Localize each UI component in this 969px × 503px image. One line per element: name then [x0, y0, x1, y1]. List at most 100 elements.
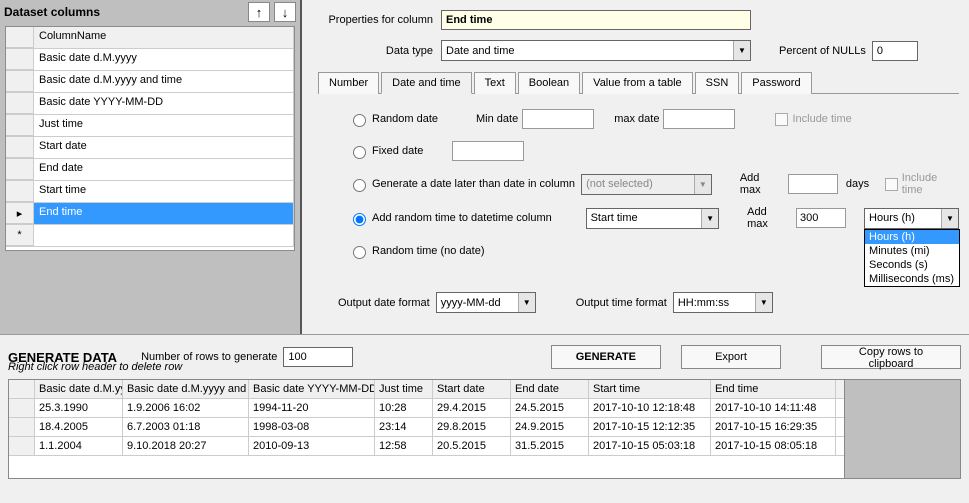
include-time-check-2: Include time — [885, 172, 959, 196]
fixed-date-input[interactable] — [452, 141, 524, 161]
radio-fixed-date[interactable] — [353, 146, 366, 159]
out-header[interactable]: End time — [711, 380, 836, 398]
out-header[interactable]: End date — [511, 380, 589, 398]
out-cell[interactable]: 23:14 — [375, 418, 433, 436]
unit-option-seconds[interactable]: Seconds (s) — [865, 258, 959, 272]
column-cell[interactable]: Basic date YYYY-MM-DD — [34, 93, 294, 114]
column-header-name[interactable]: ColumnName — [34, 27, 294, 48]
out-header[interactable]: Basic date d.M.yyyy — [35, 380, 123, 398]
row-marker[interactable] — [6, 137, 34, 158]
time-unit-dropdown[interactable]: Hours (h) Minutes (mi) Seconds (s) Milli… — [864, 229, 960, 287]
export-button[interactable]: Export — [681, 345, 781, 369]
move-down-button[interactable]: ↓ — [274, 2, 296, 22]
column-cell[interactable]: Basic date d.M.yyyy and time — [34, 71, 294, 92]
out-cell[interactable]: 2017-10-15 16:29:35 — [711, 418, 836, 436]
unit-option-hours[interactable]: Hours (h) — [865, 230, 959, 244]
type-tabs: Number Date and time Text Boolean Value … — [318, 71, 959, 94]
row-marker-new[interactable]: * — [6, 225, 34, 246]
row-marker[interactable] — [6, 71, 34, 92]
copy-clipboard-button[interactable]: Copy rows to clipboard — [821, 345, 961, 369]
out-header[interactable]: Basic date YYYY-MM-DD — [249, 380, 375, 398]
out-cell[interactable]: 12:58 — [375, 437, 433, 455]
tab-boolean[interactable]: Boolean — [518, 72, 580, 94]
column-cell[interactable]: End date — [34, 159, 294, 180]
max-date-input[interactable] — [663, 109, 735, 129]
out-cell[interactable]: 24.5.2015 — [511, 399, 589, 417]
tab-number[interactable]: Number — [318, 72, 379, 94]
addmax2-label: Add max — [747, 206, 790, 230]
move-up-button[interactable]: ↑ — [248, 2, 270, 22]
datatype-label: Data type — [328, 45, 433, 57]
datatype-select[interactable]: Date and time — [441, 40, 751, 61]
addmax-days-input[interactable] — [788, 174, 838, 194]
unit-option-minutes[interactable]: Minutes (mi) — [865, 244, 959, 258]
tab-text[interactable]: Text — [474, 72, 516, 94]
out-cell[interactable]: 2017-10-15 08:05:18 — [711, 437, 836, 455]
out-cell[interactable]: 2010-09-13 — [249, 437, 375, 455]
delete-row-hint: Right click row header to delete row — [0, 361, 300, 373]
chevron-down-icon — [694, 175, 711, 194]
column-cell[interactable]: Just time — [34, 115, 294, 136]
columns-grid[interactable]: ColumnName Basic date d.M.yyyy Basic dat… — [5, 26, 295, 251]
out-cell[interactable]: 25.3.1990 — [35, 399, 123, 417]
out-cell[interactable]: 29.8.2015 — [433, 418, 511, 436]
column-name-input[interactable] — [441, 10, 751, 30]
out-cell[interactable]: 20.5.2015 — [433, 437, 511, 455]
min-date-input[interactable] — [522, 109, 594, 129]
row-marker[interactable] — [6, 159, 34, 180]
chevron-down-icon — [701, 209, 718, 228]
generate-button[interactable]: GENERATE — [551, 345, 661, 369]
out-cell[interactable]: 1998-03-08 — [249, 418, 375, 436]
unit-option-ms[interactable]: Milliseconds (ms) — [865, 272, 959, 286]
row-marker[interactable] — [6, 181, 34, 202]
tab-date-time[interactable]: Date and time — [381, 72, 471, 94]
table-row-marker[interactable] — [9, 418, 35, 436]
out-cell[interactable]: 1.1.2004 — [35, 437, 123, 455]
radio-fixed-date-label: Fixed date — [372, 145, 452, 157]
output-date-format-select[interactable]: yyyy-MM-dd — [436, 292, 536, 313]
row-marker[interactable] — [6, 115, 34, 136]
out-cell[interactable]: 31.5.2015 — [511, 437, 589, 455]
out-cell[interactable]: 2017-10-15 12:12:35 — [589, 418, 711, 436]
row-marker[interactable] — [6, 49, 34, 70]
out-header[interactable]: Start time — [589, 380, 711, 398]
out-cell[interactable]: 2017-10-10 14:11:48 — [711, 399, 836, 417]
column-cell-new[interactable] — [34, 225, 294, 246]
output-time-format-select[interactable]: HH:mm:ss — [673, 292, 773, 313]
radio-later-than-label: Generate a date later than date in colum… — [372, 178, 581, 190]
column-cell[interactable]: Start time — [34, 181, 294, 202]
out-cell[interactable]: 2017-10-15 05:03:18 — [589, 437, 711, 455]
out-header[interactable]: Basic date d.M.yyyy and time — [123, 380, 249, 398]
radio-random-time-only[interactable] — [353, 246, 366, 259]
null-percent-input[interactable] — [872, 41, 918, 61]
out-cell[interactable]: 24.9.2015 — [511, 418, 589, 436]
out-cell[interactable]: 1994-11-20 — [249, 399, 375, 417]
addmax-value-input[interactable] — [796, 208, 846, 228]
out-cell[interactable]: 29.4.2015 — [433, 399, 511, 417]
out-cell[interactable]: 10:28 — [375, 399, 433, 417]
table-row-marker[interactable] — [9, 437, 35, 455]
radio-random-date[interactable] — [353, 114, 366, 127]
tab-ssn[interactable]: SSN — [695, 72, 740, 94]
chevron-down-icon — [733, 41, 750, 60]
row-marker[interactable] — [6, 93, 34, 114]
column-cell[interactable]: Basic date d.M.yyyy — [34, 49, 294, 70]
out-header[interactable]: Just time — [375, 380, 433, 398]
row-marker-current[interactable]: ▸ — [6, 203, 34, 224]
base-column-select[interactable]: Start time — [586, 208, 720, 229]
out-cell[interactable]: 6.7.2003 01:18 — [123, 418, 249, 436]
radio-later-than[interactable] — [353, 179, 366, 192]
out-cell[interactable]: 18.4.2005 — [35, 418, 123, 436]
tab-value-table[interactable]: Value from a table — [582, 72, 692, 94]
output-data-grid[interactable]: Basic date d.M.yyyy Basic date d.M.yyyy … — [8, 379, 961, 479]
out-cell[interactable]: 1.9.2006 16:02 — [123, 399, 249, 417]
tab-password[interactable]: Password — [741, 72, 811, 94]
column-cell[interactable]: End time — [34, 203, 294, 224]
radio-add-random-time[interactable] — [353, 213, 366, 226]
time-unit-select[interactable]: Hours (h) Hours (h) Minutes (mi) Seconds… — [864, 208, 959, 229]
out-cell[interactable]: 9.10.2018 20:27 — [123, 437, 249, 455]
column-cell[interactable]: Start date — [34, 137, 294, 158]
out-cell[interactable]: 2017-10-10 12:18:48 — [589, 399, 711, 417]
out-header[interactable]: Start date — [433, 380, 511, 398]
table-row-marker[interactable] — [9, 399, 35, 417]
